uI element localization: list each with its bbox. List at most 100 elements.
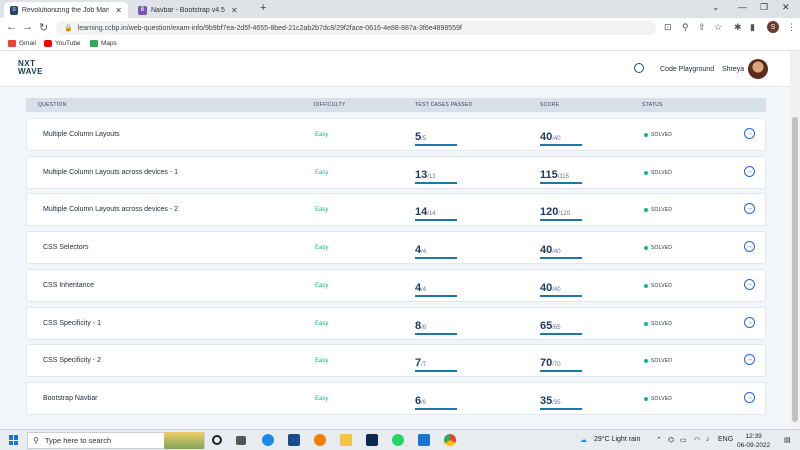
address-bar[interactable]: 🔒 learning.ccbp.in/web-question/exam-inf…: [56, 21, 656, 35]
arrow-right-circle-icon[interactable]: →: [744, 165, 755, 177]
table-row[interactable]: CSS Specificity - 1 Easy 8/8 65/65 SOLVE…: [26, 306, 766, 340]
back-arrow-icon[interactable]: ←: [6, 21, 17, 33]
code-playground-icon[interactable]: [634, 63, 644, 73]
question-title[interactable]: CSS Selectors: [43, 244, 89, 251]
question-title[interactable]: Multiple Column Layouts: [43, 131, 120, 138]
language-indicator[interactable]: ENG: [718, 436, 733, 443]
solved-dot-icon: [644, 283, 648, 288]
question-title[interactable]: Multiple Column Layouts across devices -…: [43, 206, 178, 213]
user-avatar[interactable]: [748, 59, 768, 79]
new-tab-button[interactable]: +: [260, 2, 266, 14]
close-tab-icon[interactable]: ✕: [115, 6, 122, 15]
forward-arrow-icon[interactable]: →: [22, 21, 33, 33]
windows-start-icon[interactable]: [9, 435, 19, 445]
maximize-icon[interactable]: ❐: [760, 2, 768, 13]
volume-icon[interactable]: ♪: [706, 436, 710, 443]
edge-icon[interactable]: [262, 434, 274, 446]
side-panel-icon[interactable]: ▮: [750, 22, 755, 33]
arrow-right-circle-icon[interactable]: →: [744, 316, 755, 328]
zoom-icon[interactable]: ⚲: [682, 22, 689, 33]
arrow-right-circle-icon[interactable]: →: [744, 391, 755, 403]
test-cases-progress-bar: [415, 181, 457, 184]
arrow-right-circle-icon[interactable]: →: [744, 354, 755, 366]
question-title[interactable]: Multiple Column Layouts across devices -…: [43, 169, 178, 176]
app-header: NXT WAVE Code Playground Shreya: [0, 51, 790, 87]
system-clock[interactable]: 12:39 06-09-2022: [737, 432, 770, 450]
test-cases-passed: 13/13: [415, 165, 457, 184]
question-title[interactable]: Bootstrap Navbar: [43, 395, 97, 402]
user-name[interactable]: Shreya: [722, 66, 744, 73]
minimize-icon[interactable]: —: [738, 2, 747, 12]
photoshop-icon[interactable]: [366, 434, 378, 446]
tab-search-icon[interactable]: ⌄: [712, 2, 720, 13]
scrollbar-thumb[interactable]: [792, 117, 798, 422]
file-explorer-icon[interactable]: [340, 434, 352, 446]
table-row[interactable]: Multiple Column Layouts across devices -…: [26, 193, 766, 227]
bookmarks-bar: Gmail YouTube Maps: [0, 38, 800, 51]
question-title[interactable]: CSS Specificity - 2: [43, 357, 101, 364]
bookmark-gmail[interactable]: Gmail: [8, 40, 36, 47]
test-cases-progress-bar: [415, 332, 457, 335]
cortana-icon[interactable]: [212, 435, 222, 445]
search-highlight-icon[interactable]: [164, 432, 204, 449]
table-row[interactable]: Bootstrap Navbar Easy 6/6 35/35 SOLVED →: [26, 381, 766, 415]
score-progress-bar: [540, 219, 582, 222]
wifi-icon[interactable]: ◠: [694, 436, 700, 444]
reload-icon[interactable]: ↻: [39, 21, 48, 34]
network-icon[interactable]: ⌬: [668, 436, 674, 444]
firefox-icon[interactable]: [314, 434, 326, 446]
install-icon[interactable]: ⊡: [664, 22, 672, 33]
task-view-icon[interactable]: [236, 436, 246, 445]
tab-bootstrap-navbar[interactable]: B Navbar - Bootstrap v4.5 ✕: [132, 2, 256, 18]
question-title[interactable]: CSS Specificity - 1: [43, 320, 101, 327]
extensions-icon[interactable]: ✱: [734, 22, 742, 33]
weather-text[interactable]: 29°C Light rain: [594, 436, 640, 443]
arrow-right-circle-icon[interactable]: →: [744, 278, 755, 290]
question-title[interactable]: CSS Inheritance: [43, 282, 94, 289]
table-row[interactable]: Multiple Column Layouts Easy 5/5 40/40 S…: [26, 118, 766, 151]
notifications-icon[interactable]: ▤: [784, 436, 791, 444]
test-cases-passed: 5/5: [415, 127, 457, 146]
status-badge: SOLVED: [644, 170, 672, 176]
table-row[interactable]: CSS Specificity - 2 Easy 7/7 70/70 SOLVE…: [26, 344, 766, 378]
table-row[interactable]: CSS Inheritance Easy 4/4 40/40 SOLVED →: [26, 268, 766, 302]
column-score: SCORE: [540, 102, 560, 108]
arrow-right-circle-icon[interactable]: →: [744, 128, 755, 139]
score-progress-bar: [540, 370, 582, 373]
profile-avatar[interactable]: S: [767, 21, 779, 33]
test-cases-passed: 14/14: [415, 202, 457, 222]
share-icon[interactable]: ⇪: [698, 22, 706, 33]
chrome-icon[interactable]: [444, 434, 456, 446]
score-progress-bar: [540, 294, 582, 297]
close-window-icon[interactable]: ✕: [782, 2, 790, 13]
tray-chevron-icon[interactable]: ⌃: [656, 436, 662, 444]
status-badge: SOLVED: [644, 245, 672, 251]
test-cases-progress-bar: [415, 294, 457, 297]
mail-icon[interactable]: [418, 434, 430, 446]
battery-icon[interactable]: ▭: [680, 436, 687, 444]
table-row[interactable]: CSS Selectors Easy 4/4 40/40 SOLVED →: [26, 231, 766, 265]
test-cases-passed: 6/6: [415, 391, 457, 410]
table-header: QUESTION DIFFICULTY TEST CASES PASSED SC…: [26, 98, 766, 112]
nxtwave-logo[interactable]: NXT WAVE: [18, 60, 43, 76]
whatsapp-icon[interactable]: [392, 434, 404, 446]
tab-revolutionizing[interactable]: ≡ Revolutionizing the Job Market | ✕: [4, 2, 128, 18]
test-cases-passed: 4/4: [415, 278, 457, 297]
solved-dot-icon: [644, 359, 648, 364]
store-icon[interactable]: [288, 434, 300, 446]
test-cases-passed: 7/7: [415, 353, 457, 373]
solved-dot-icon: [644, 246, 648, 251]
bookmark-youtube[interactable]: YouTube: [44, 40, 81, 47]
difficulty-label: Easy: [315, 132, 329, 138]
browser-menu-icon[interactable]: ⋮: [787, 22, 796, 33]
search-icon: ⚲: [33, 436, 39, 445]
test-cases-progress-bar: [415, 219, 457, 222]
arrow-right-circle-icon[interactable]: →: [744, 241, 755, 253]
arrow-right-circle-icon[interactable]: →: [744, 203, 755, 215]
bookmark-maps[interactable]: Maps: [90, 40, 117, 47]
page-scrollbar[interactable]: [790, 51, 800, 429]
code-playground-link[interactable]: Code Playground: [660, 66, 714, 73]
close-tab-icon[interactable]: ✕: [231, 6, 238, 15]
table-row[interactable]: Multiple Column Layouts across devices -…: [26, 155, 766, 189]
bookmark-star-icon[interactable]: ☆: [714, 22, 722, 33]
